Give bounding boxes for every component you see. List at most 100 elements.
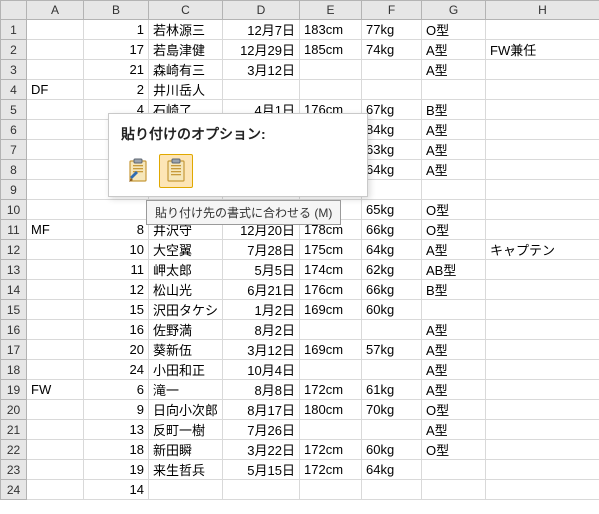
cell-A19[interactable]: FW bbox=[27, 380, 84, 400]
cell-F15[interactable]: 60kg bbox=[362, 300, 422, 320]
cell-B12[interactable]: 10 bbox=[84, 240, 149, 260]
cell-B14[interactable]: 12 bbox=[84, 280, 149, 300]
cell-A12[interactable] bbox=[27, 240, 84, 260]
cell-B11[interactable]: 8 bbox=[84, 220, 149, 240]
cell-E22[interactable]: 172cm bbox=[300, 440, 362, 460]
cell-F2[interactable]: 74kg bbox=[362, 40, 422, 60]
cell-D21[interactable]: 7月26日 bbox=[223, 420, 300, 440]
row-header[interactable]: 13 bbox=[1, 260, 27, 280]
cell-F22[interactable]: 60kg bbox=[362, 440, 422, 460]
cell-C23[interactable]: 来生哲兵 bbox=[149, 460, 223, 480]
row-header[interactable]: 1 bbox=[1, 20, 27, 40]
cell-C12[interactable]: 大空翼 bbox=[149, 240, 223, 260]
cell-B1[interactable]: 1 bbox=[84, 20, 149, 40]
col-header-B[interactable]: B bbox=[84, 1, 149, 20]
cell-B3[interactable]: 21 bbox=[84, 60, 149, 80]
cell-A8[interactable] bbox=[27, 160, 84, 180]
cell-C18[interactable]: 小田和正 bbox=[149, 360, 223, 380]
cell-F10[interactable]: 65kg bbox=[362, 200, 422, 220]
col-header-H[interactable]: H bbox=[486, 1, 599, 20]
cell-D22[interactable]: 3月22日 bbox=[223, 440, 300, 460]
cell-G8[interactable]: A型 bbox=[422, 160, 486, 180]
cell-E20[interactable]: 180cm bbox=[300, 400, 362, 420]
cell-F1[interactable]: 77kg bbox=[362, 20, 422, 40]
cell-B19[interactable]: 6 bbox=[84, 380, 149, 400]
cell-C3[interactable]: 森崎有三 bbox=[149, 60, 223, 80]
cell-A2[interactable] bbox=[27, 40, 84, 60]
col-header-C[interactable]: C bbox=[149, 1, 223, 20]
cell-C24[interactable] bbox=[149, 480, 223, 500]
cell-C4[interactable]: 井川岳人 bbox=[149, 80, 223, 100]
cell-A3[interactable] bbox=[27, 60, 84, 80]
cell-C16[interactable]: 佐野満 bbox=[149, 320, 223, 340]
cell-C2[interactable]: 若島津健 bbox=[149, 40, 223, 60]
cell-E4[interactable] bbox=[300, 80, 362, 100]
cell-H14[interactable] bbox=[486, 280, 599, 300]
cell-F9[interactable] bbox=[362, 180, 422, 200]
cell-A20[interactable] bbox=[27, 400, 84, 420]
cell-G1[interactable]: O型 bbox=[422, 20, 486, 40]
cell-A13[interactable] bbox=[27, 260, 84, 280]
cell-G17[interactable]: A型 bbox=[422, 340, 486, 360]
cell-G2[interactable]: A型 bbox=[422, 40, 486, 60]
cell-F5[interactable]: 67kg bbox=[362, 100, 422, 120]
cell-C20[interactable]: 日向小次郎 bbox=[149, 400, 223, 420]
row-header[interactable]: 5 bbox=[1, 100, 27, 120]
cell-B10[interactable] bbox=[84, 200, 149, 220]
cell-H11[interactable] bbox=[486, 220, 599, 240]
cell-A24[interactable] bbox=[27, 480, 84, 500]
cell-F11[interactable]: 66kg bbox=[362, 220, 422, 240]
cell-B15[interactable]: 15 bbox=[84, 300, 149, 320]
cell-H22[interactable] bbox=[486, 440, 599, 460]
col-header-D[interactable]: D bbox=[223, 1, 300, 20]
row-header[interactable]: 17 bbox=[1, 340, 27, 360]
cell-C19[interactable]: 滝一 bbox=[149, 380, 223, 400]
cell-D20[interactable]: 8月17日 bbox=[223, 400, 300, 420]
row-header[interactable]: 2 bbox=[1, 40, 27, 60]
row-header[interactable]: 23 bbox=[1, 460, 27, 480]
cell-A10[interactable] bbox=[27, 200, 84, 220]
cell-A6[interactable] bbox=[27, 120, 84, 140]
cell-H4[interactable] bbox=[486, 80, 599, 100]
cell-G10[interactable]: O型 bbox=[422, 200, 486, 220]
cell-A11[interactable]: MF bbox=[27, 220, 84, 240]
cell-E15[interactable]: 169cm bbox=[300, 300, 362, 320]
cell-E1[interactable]: 183cm bbox=[300, 20, 362, 40]
cell-C14[interactable]: 松山光 bbox=[149, 280, 223, 300]
cell-G3[interactable]: A型 bbox=[422, 60, 486, 80]
cell-F4[interactable] bbox=[362, 80, 422, 100]
cell-H10[interactable] bbox=[486, 200, 599, 220]
cell-A4[interactable]: DF bbox=[27, 80, 84, 100]
row-header[interactable]: 9 bbox=[1, 180, 27, 200]
cell-E24[interactable] bbox=[300, 480, 362, 500]
row-header[interactable]: 7 bbox=[1, 140, 27, 160]
row-header[interactable]: 21 bbox=[1, 420, 27, 440]
cell-G12[interactable]: A型 bbox=[422, 240, 486, 260]
cell-C17[interactable]: 葵新伍 bbox=[149, 340, 223, 360]
cell-H12[interactable]: キャプテン bbox=[486, 240, 599, 260]
cell-F8[interactable]: 64kg bbox=[362, 160, 422, 180]
cell-E13[interactable]: 174cm bbox=[300, 260, 362, 280]
cell-G22[interactable]: O型 bbox=[422, 440, 486, 460]
cell-D3[interactable]: 3月12日 bbox=[223, 60, 300, 80]
cell-B4[interactable]: 2 bbox=[84, 80, 149, 100]
cell-G13[interactable]: AB型 bbox=[422, 260, 486, 280]
cell-H23[interactable] bbox=[486, 460, 599, 480]
cell-H6[interactable] bbox=[486, 120, 599, 140]
row-header[interactable]: 14 bbox=[1, 280, 27, 300]
cell-A17[interactable] bbox=[27, 340, 84, 360]
cell-F20[interactable]: 70kg bbox=[362, 400, 422, 420]
select-all-corner[interactable] bbox=[1, 1, 27, 20]
cell-E21[interactable] bbox=[300, 420, 362, 440]
cell-D24[interactable] bbox=[223, 480, 300, 500]
cell-H8[interactable] bbox=[486, 160, 599, 180]
cell-D17[interactable]: 3月12日 bbox=[223, 340, 300, 360]
cell-D13[interactable]: 5月5日 bbox=[223, 260, 300, 280]
row-header[interactable]: 15 bbox=[1, 300, 27, 320]
cell-D2[interactable]: 12月29日 bbox=[223, 40, 300, 60]
cell-H5[interactable] bbox=[486, 100, 599, 120]
row-header[interactable]: 24 bbox=[1, 480, 27, 500]
col-header-E[interactable]: E bbox=[300, 1, 362, 20]
cell-C1[interactable]: 若林源三 bbox=[149, 20, 223, 40]
cell-G15[interactable] bbox=[422, 300, 486, 320]
